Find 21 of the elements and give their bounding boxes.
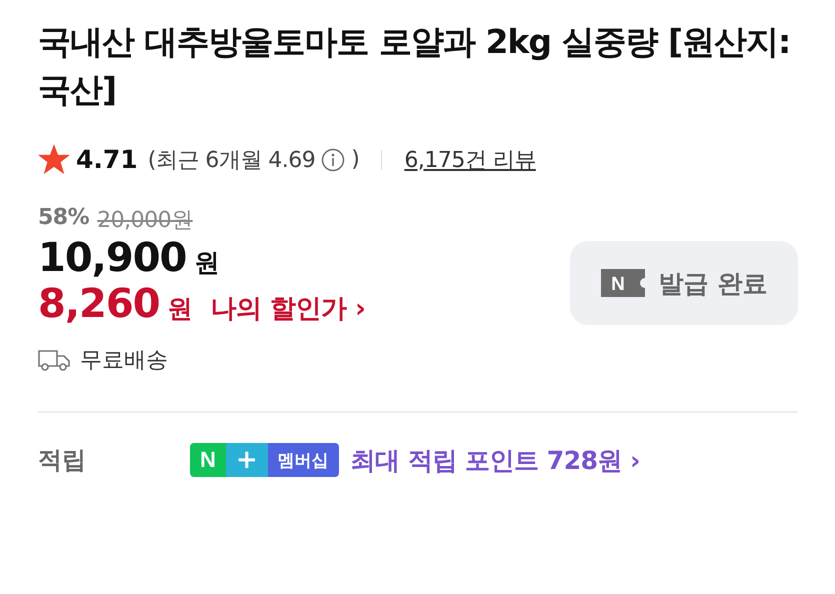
original-price: 20,000원 <box>97 207 193 235</box>
currency-unit: 원 <box>194 247 220 279</box>
product-title: 국내산 대추방울토마토 로얄과 2kg 실중량 [원산지:국산] <box>38 21 792 111</box>
recent-rating: (최근 6개월 4.69 <box>148 146 316 174</box>
rating-score: 4.71 <box>76 145 138 174</box>
my-discount-link[interactable]: 나의 할인가 › <box>210 291 366 326</box>
currency-unit: 원 <box>168 293 193 325</box>
review-count-link[interactable]: 6,175건 리뷰 <box>404 144 536 174</box>
truck-icon <box>38 349 70 371</box>
max-points-link[interactable]: 최대 적립 포인트 728원 › <box>350 444 640 476</box>
membership-badge: N + 멤버십 <box>190 443 339 477</box>
star-icon <box>38 144 70 175</box>
free-shipping: 무료배송 <box>80 347 168 375</box>
discount-rate: 58% <box>38 205 90 232</box>
sale-price: 10,900 <box>38 235 186 281</box>
points-label: 적립 <box>38 445 87 476</box>
coupon-icon: N <box>600 269 645 297</box>
my-discount-price: 8,260 <box>38 281 160 327</box>
info-icon[interactable] <box>321 148 346 172</box>
coupon-button[interactable]: N 발급 완료 <box>570 241 798 325</box>
closing-paren: ) <box>351 147 360 172</box>
